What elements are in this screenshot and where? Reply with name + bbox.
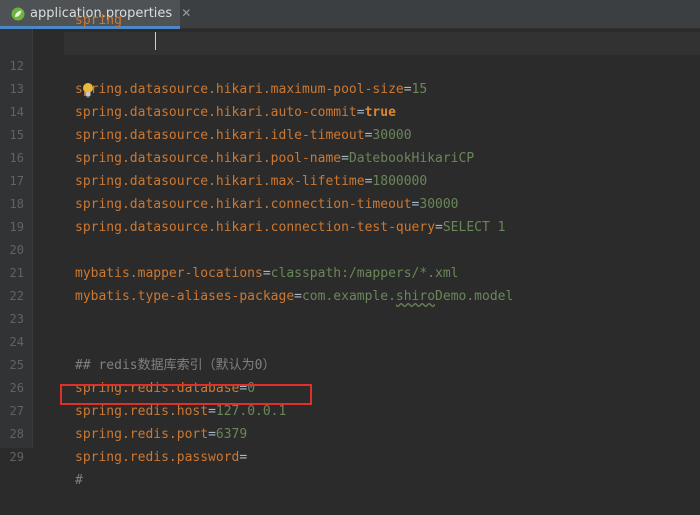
code-editor[interactable]: spring 12 spring.datasource.hikari.maxim… xyxy=(0,13,700,488)
code-line: 16 spring.datasource.hikari.max-lifetime… xyxy=(0,124,700,189)
code-line: 17 spring.datasource.hikari.connection-t… xyxy=(0,147,700,212)
highlight-annotation-box xyxy=(60,384,312,405)
partial-previous-line: spring xyxy=(75,13,122,28)
code-line: 29 # xyxy=(0,423,700,488)
code-line: 20 mybatis.mapper-locations=classpath:/m… xyxy=(0,216,700,281)
code-line: 19 xyxy=(0,193,700,234)
code-line: 14 spring.datasource.hikari.idle-timeout… xyxy=(0,78,700,143)
close-tab-icon[interactable]: ✕ xyxy=(181,6,191,20)
code-line: 26 spring.redis.host=127.0.0.1 xyxy=(0,354,700,419)
property-key: spring.redis.password xyxy=(75,450,240,465)
code-line: 15 spring.datasource.hikari.pool-name=Da… xyxy=(0,101,700,166)
lightbulb-intention-icon[interactable] xyxy=(81,82,95,98)
comment-text: # xyxy=(75,473,83,488)
code-line: 12 spring.datasource.hikari.maximum-pool… xyxy=(0,32,700,97)
code-line: 23 xyxy=(0,285,700,326)
equals-sign: = xyxy=(239,450,248,465)
code-line: 21 mybatis.type-aliases-package=com.exam… xyxy=(0,239,700,304)
code-line: 13 spring.datasource.hikari.auto-commit=… xyxy=(0,55,700,120)
code-line: 18 spring.datasource.hikari.connection-t… xyxy=(0,170,700,235)
spring-leaf-icon xyxy=(11,6,25,21)
line-number: 29 xyxy=(9,450,24,464)
code-line: 22 xyxy=(0,262,700,303)
code-line: 25 spring.redis.database=0 xyxy=(0,331,700,396)
code-line: 24 ## redis数据库索引（默认为0） xyxy=(0,308,700,373)
